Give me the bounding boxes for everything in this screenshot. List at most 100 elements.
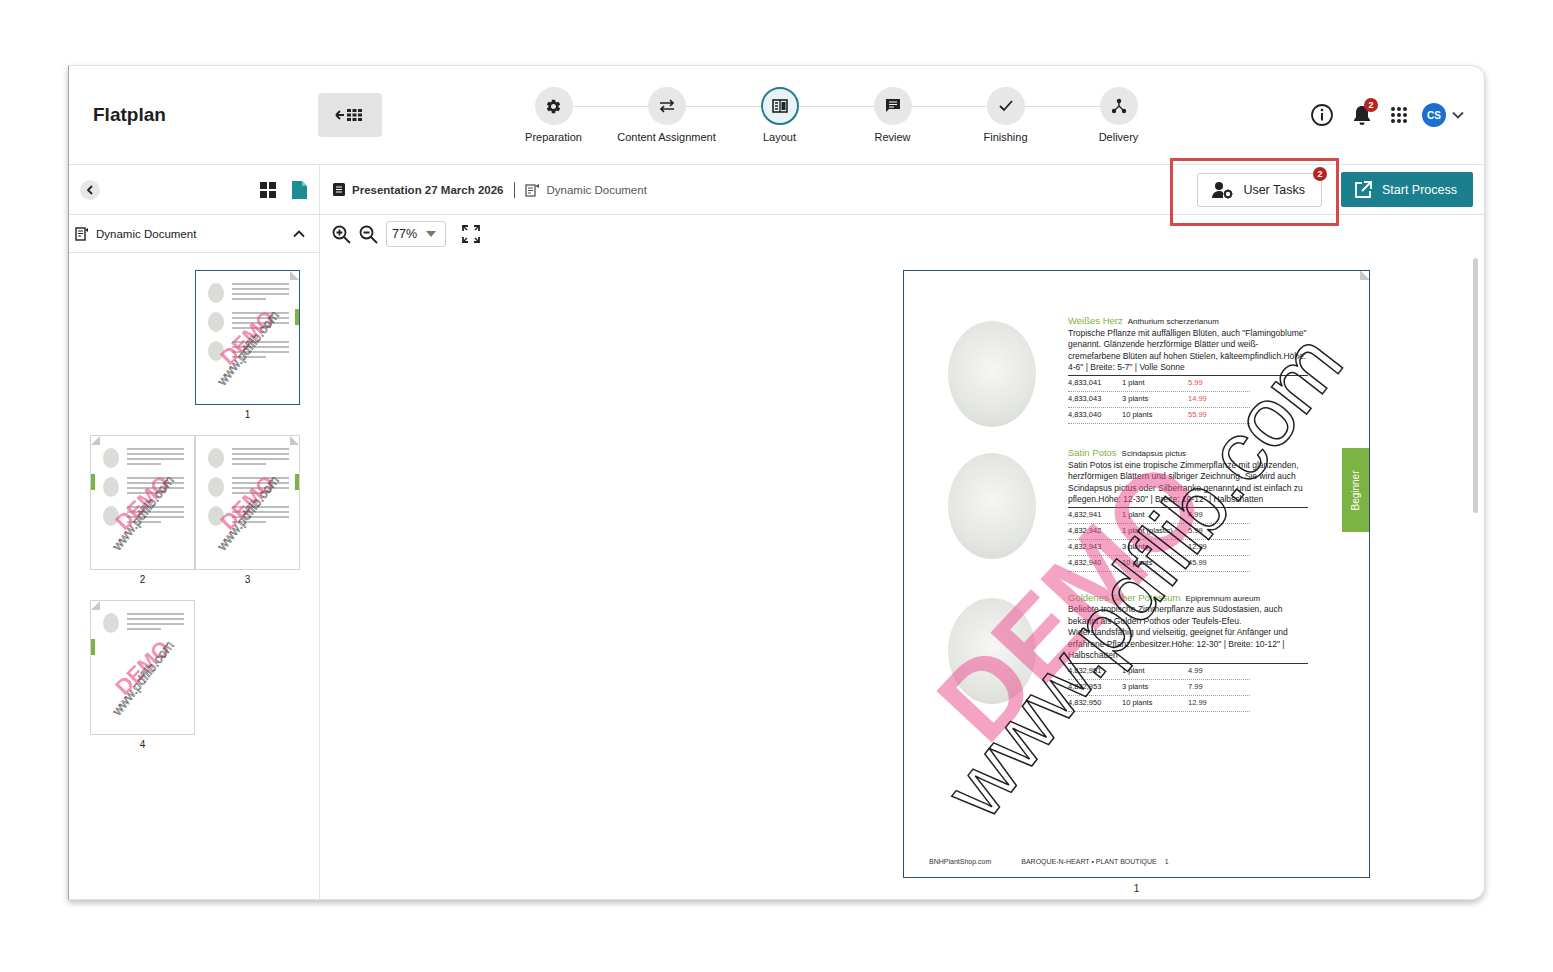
workflow-step[interactable]: Layout	[723, 87, 836, 143]
back-to-overview-button[interactable]	[318, 93, 382, 137]
zoom-in-icon[interactable]	[332, 225, 351, 244]
user-tasks-count-badge: 2	[1313, 167, 1327, 181]
app-window: Flatplan PreparationContent Assignment Lay…	[68, 65, 1485, 900]
user-tasks-button[interactable]: User Tasks2	[1197, 173, 1322, 207]
price-row: 4,832,9533 plants7.99	[1068, 680, 1250, 696]
spread: DEMOwww.pdflib.com4	[90, 600, 300, 750]
quantity-cell: 1 plant	[1122, 377, 1188, 389]
thumbnail-tab	[91, 639, 95, 655]
info-icon[interactable]	[1310, 103, 1334, 127]
quantity-cell: 1 plant	[1122, 509, 1188, 521]
footer-site: BNHPlantShop.com	[929, 858, 991, 865]
app-title: Flatplan	[69, 104, 318, 126]
price-cell: 14.99	[1188, 393, 1250, 405]
user-avatar: CS	[1422, 103, 1446, 127]
price-cell: 5.99	[1188, 525, 1250, 537]
workflow-step[interactable]: Content Assignment	[610, 87, 723, 143]
product-description: Beliebte tropische Zimmerpflanze aus Süd…	[1068, 604, 1308, 664]
price-row: 4,832,9433 plants12.99	[1068, 540, 1250, 556]
start-process-button[interactable]: Start Process	[1341, 172, 1473, 207]
breadcrumb-document[interactable]: Dynamic Document	[547, 184, 647, 196]
thumbnail-page: DEMOwww.pdflib.com	[195, 435, 300, 570]
thumbnail-photo	[208, 283, 224, 303]
page-number: 3	[245, 574, 251, 585]
user-tasks-highlight: User Tasks2	[1197, 173, 1322, 207]
scrollbar[interactable]	[1473, 258, 1478, 513]
product: Weißes HerzAnthurium scherzerianumTropis…	[948, 315, 1309, 427]
page-thumbnail[interactable]: DEMOwww.pdflib.com2	[90, 435, 195, 585]
price-row: 4,832,9511 plant4.99	[1068, 664, 1250, 680]
external-link-icon	[1354, 181, 1372, 199]
thumbnail-lines	[127, 613, 184, 630]
price-table: 4,832,9411 plant4.994,832,9421 plant (pl…	[1068, 508, 1250, 572]
delivery-network-icon	[1111, 98, 1127, 114]
thumbnail-tab	[91, 474, 95, 490]
product-name: Weißes Herz	[1068, 315, 1123, 327]
page-thumbnail[interactable]: DEMOwww.pdflib.com1	[195, 270, 300, 420]
page-thumbnail[interactable]: DEMOwww.pdflib.com4	[90, 600, 195, 750]
sku-cell: 4,833,043	[1068, 393, 1122, 405]
zoom-select[interactable]: 77%	[386, 221, 446, 247]
zoom-toolbar: 77%	[320, 215, 1484, 253]
spread: DEMOwww.pdflib.com1	[90, 270, 300, 420]
main-panel: Presentation 27 March 2026 Dynamic Docume…	[320, 165, 1484, 899]
workflow-step[interactable]: Delivery	[1062, 87, 1175, 143]
apps-grid-icon[interactable]	[1390, 106, 1408, 124]
price-row: 4,832,94010 plants45.99	[1068, 556, 1250, 572]
header-tools: 2 CS	[1310, 103, 1464, 127]
sku-cell: 4,832,942	[1068, 525, 1122, 537]
page-preview: Weißes HerzAnthurium scherzerianumTropis…	[903, 270, 1370, 899]
thumbnail-item	[103, 448, 184, 468]
price-cell: 5.99	[1188, 377, 1250, 389]
step-label: Layout	[763, 131, 796, 143]
zoom-out-icon[interactable]	[359, 225, 378, 244]
thumbnail-photo	[103, 613, 119, 633]
workflow-step[interactable]: Review	[836, 87, 949, 143]
section-title: Dynamic Document	[96, 228, 286, 240]
quantity-cell: 3 plants	[1122, 541, 1188, 553]
workflow-step[interactable]: Finishing	[949, 87, 1062, 143]
notifications-button[interactable]: 2	[1352, 104, 1372, 126]
page-thumbnail[interactable]: DEMOwww.pdflib.com 3	[195, 435, 300, 585]
product-latin-name: Anthurium scherzerianum	[1128, 316, 1219, 328]
sku-cell: 4,833,041	[1068, 377, 1122, 389]
thumbnail-photo	[208, 477, 224, 497]
step-circle	[1100, 87, 1138, 125]
page-number: 1	[245, 409, 251, 420]
watermark-word: DEMO	[912, 437, 1230, 765]
user-settings-icon	[1212, 181, 1234, 199]
thumbnail-lines	[232, 448, 289, 465]
price-cell: 7.99	[1188, 681, 1250, 693]
product-name: Satin Potos	[1068, 447, 1117, 459]
price-cell: 4.99	[1188, 509, 1250, 521]
sku-cell: 4,832,953	[1068, 681, 1122, 693]
fullscreen-icon[interactable]	[462, 225, 480, 243]
comment-icon	[885, 98, 901, 114]
collapse-sidebar-button[interactable]	[80, 180, 100, 200]
page-thumbnails: DEMOwww.pdflib.com1DEMOwww.pdflib.com2DE…	[69, 253, 319, 750]
grid-view-icon[interactable]	[260, 182, 276, 198]
step-circle	[535, 87, 573, 125]
user-menu[interactable]: CS	[1422, 103, 1464, 127]
thumbnail-photo	[208, 448, 224, 468]
sku-cell: 4,833,040	[1068, 409, 1122, 421]
price-row: 4,832,9421 plant (plastic)5.99	[1068, 524, 1250, 540]
page-canvas: Weißes HerzAnthurium scherzerianumTropis…	[320, 253, 1484, 899]
thumbnail-item	[208, 448, 289, 468]
quantity-cell: 3 plants	[1122, 393, 1188, 405]
start-process-label: Start Process	[1382, 183, 1457, 197]
step-circle	[761, 87, 799, 125]
quantity-cell: 3 plants	[1122, 681, 1188, 693]
document-view-icon[interactable]	[292, 181, 307, 199]
step-circle	[648, 87, 686, 125]
workflow-step[interactable]: Preparation	[497, 87, 610, 143]
step-label: Delivery	[1099, 131, 1139, 143]
back-grid-icon	[335, 107, 365, 123]
step-label: Review	[874, 131, 910, 143]
price-cell: 12.99	[1188, 541, 1250, 553]
caret-down-icon	[426, 231, 436, 237]
document-page[interactable]: Weißes HerzAnthurium scherzerianumTropis…	[903, 270, 1370, 878]
breadcrumb-project[interactable]: Presentation 27 March 2026	[352, 184, 504, 196]
section-header[interactable]: Dynamic Document	[69, 215, 319, 253]
watermark-url: www.pdflib.com	[926, 316, 1362, 836]
